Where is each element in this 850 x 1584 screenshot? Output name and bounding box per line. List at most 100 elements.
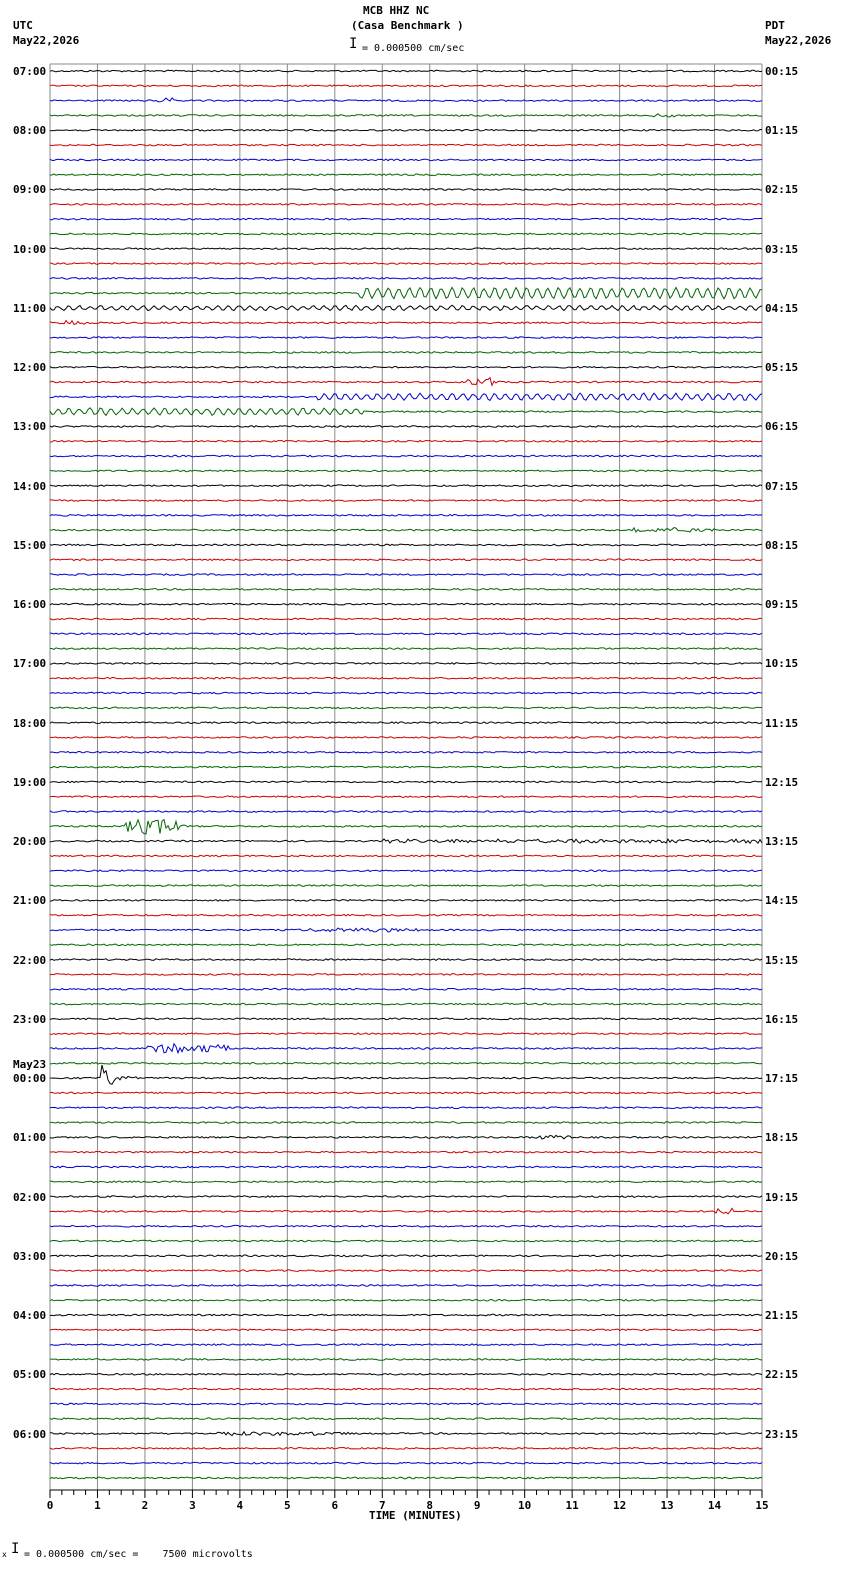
trace-54	[49, 869, 763, 873]
right-hour-label: 21:15	[765, 1309, 799, 1323]
trace-42	[49, 691, 763, 695]
trace-20	[49, 365, 762, 369]
right-hour-label: 15:15	[765, 953, 799, 967]
right-hour-label: 23:15	[765, 1427, 799, 1441]
trace-49	[49, 795, 763, 799]
trace-1	[49, 84, 763, 88]
trace-44	[49, 721, 763, 725]
trace-77	[49, 1207, 763, 1215]
trace-33	[49, 558, 763, 562]
right-hour-label: 22:15	[765, 1368, 799, 1382]
trace-95	[49, 1476, 763, 1480]
right-hour-label: 02:15	[765, 183, 799, 197]
trace-87	[50, 1358, 763, 1361]
left-hour-label: 20:00	[13, 835, 47, 849]
trace-8	[49, 188, 763, 191]
trace-17	[49, 319, 763, 326]
date-change-label: May23	[13, 1058, 47, 1072]
trace-22	[49, 392, 763, 402]
right-hour-label: 18:15	[765, 1131, 799, 1145]
left-hour-label: 16:00	[13, 598, 47, 612]
x-tick-label: 9	[474, 1499, 481, 1512]
trace-80	[49, 1254, 763, 1258]
trace-16	[49, 304, 763, 312]
right-hour-label: 14:15	[765, 894, 799, 908]
right-hour-label: 05:15	[765, 361, 799, 375]
left-hour-label: 00:00	[13, 1072, 47, 1086]
left-hour-label: 07:00	[13, 65, 47, 78]
trace-74	[49, 1165, 763, 1169]
trace-66	[50, 1042, 763, 1055]
left-hour-label: 23:00	[13, 1012, 47, 1026]
trace-24	[49, 425, 763, 428]
trace-31	[49, 526, 763, 533]
trace-78	[49, 1224, 763, 1228]
trace-63	[49, 1002, 763, 1006]
left-hour-label: 22:00	[13, 953, 47, 967]
trace-14	[49, 276, 763, 280]
right-hour-label: 06:15	[765, 420, 799, 434]
x-tick-label: 3	[189, 1499, 196, 1512]
trace-79	[49, 1239, 763, 1243]
trace-4	[49, 128, 763, 132]
trace-51	[49, 818, 763, 835]
x-tick-label: 2	[142, 1499, 149, 1512]
trace-23	[49, 407, 763, 417]
trace-56	[49, 898, 762, 902]
trace-69	[49, 1091, 763, 1095]
trace-29	[49, 499, 763, 502]
trace-21	[49, 376, 763, 387]
trace-73	[50, 1150, 763, 1154]
trace-68	[49, 1064, 763, 1085]
trace-70	[49, 1106, 763, 1110]
trace-58	[49, 927, 763, 933]
trace-18	[49, 336, 763, 340]
left-hour-label: 15:00	[13, 538, 47, 552]
trace-30	[49, 513, 763, 517]
x-tick-label: 0	[47, 1499, 54, 1512]
right-hour-label: 13:15	[765, 835, 799, 849]
left-hour-label: 17:00	[13, 657, 47, 671]
trace-81	[49, 1269, 763, 1272]
left-hour-label: 10:00	[13, 242, 47, 256]
x-tick-label: 10	[518, 1499, 531, 1512]
trace-34	[50, 573, 763, 576]
right-hour-label: 12:15	[765, 775, 799, 789]
trace-88	[49, 1372, 763, 1376]
trace-59	[49, 943, 763, 947]
trace-85	[49, 1328, 763, 1332]
trace-61	[49, 972, 763, 976]
trace-60	[49, 958, 763, 962]
left-hour-label: 01:00	[13, 1131, 47, 1145]
trace-40	[49, 662, 763, 665]
right-hour-label: 04:15	[765, 301, 799, 315]
right-hour-label: 20:15	[765, 1249, 799, 1263]
left-hour-label: 21:00	[13, 894, 47, 908]
trace-2	[49, 97, 763, 103]
trace-35	[50, 587, 763, 591]
trace-75	[49, 1180, 763, 1184]
trace-5	[49, 143, 763, 147]
trace-28	[49, 484, 763, 488]
trace-86	[49, 1343, 763, 1347]
trace-53	[49, 854, 763, 858]
trace-83	[49, 1298, 763, 1302]
right-hour-label: 03:15	[765, 242, 799, 256]
right-hour-label: 08:15	[765, 538, 799, 552]
trace-group	[49, 69, 763, 1480]
trace-7	[49, 173, 763, 177]
left-hour-label: 11:00	[13, 301, 47, 315]
trace-37	[49, 617, 763, 621]
x-tick-label: 4	[237, 1499, 244, 1512]
trace-91	[49, 1417, 763, 1421]
x-tick-label: 5	[284, 1499, 291, 1512]
trace-12	[49, 247, 763, 251]
trace-52	[49, 838, 763, 845]
trace-36	[49, 602, 763, 606]
trace-71	[49, 1121, 763, 1124]
trace-62	[49, 987, 763, 991]
x-tick-label: 14	[708, 1499, 722, 1512]
trace-65	[50, 1032, 763, 1036]
right-hour-label: 07:15	[765, 479, 799, 493]
x-tick-label: 6	[331, 1499, 338, 1512]
